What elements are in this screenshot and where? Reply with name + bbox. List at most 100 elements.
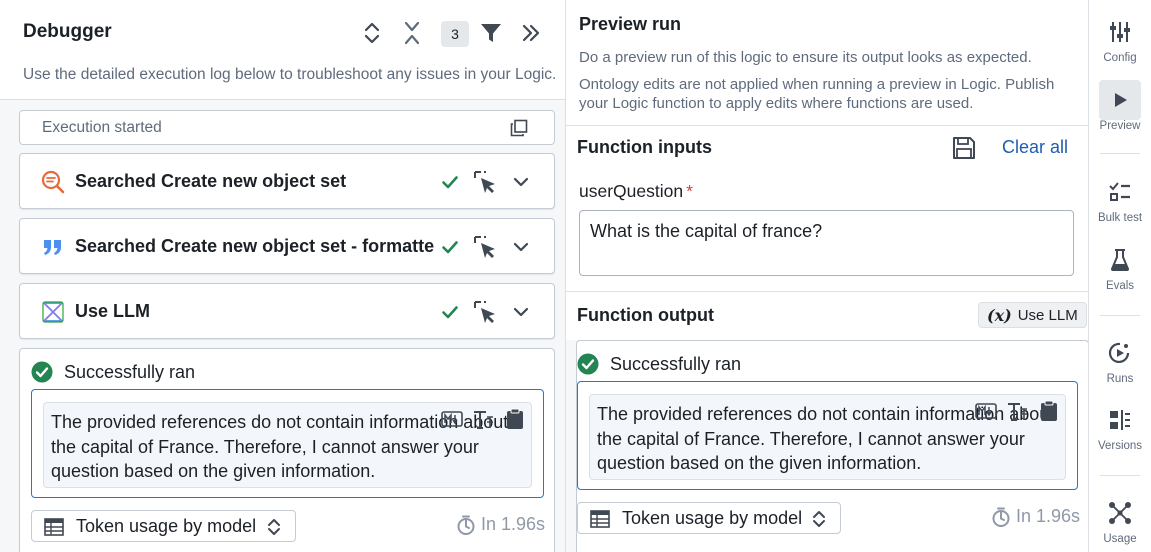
- step-searched-object-set[interactable]: Searched Create new object set: [19, 153, 555, 209]
- use-llm-tag: (x) Use LLM: [978, 302, 1087, 328]
- duration-display: In 1.96s: [457, 514, 545, 535]
- filter-count-badge: 3: [441, 21, 469, 47]
- markdown-icon[interactable]: [975, 400, 997, 422]
- step-label: Searched Create new object set: [75, 171, 347, 191]
- chevron-down-icon[interactable]: [512, 303, 530, 321]
- user-question-input[interactable]: [579, 210, 1074, 276]
- token-usage-select[interactable]: Token usage by model: [31, 510, 296, 542]
- debugger-panel: Debugger 3 Use the detailed execution lo…: [0, 0, 566, 552]
- quote-icon: [44, 240, 61, 255]
- success-check-icon: [31, 361, 53, 383]
- flask-icon: [1099, 240, 1141, 280]
- text-format-icon[interactable]: [1006, 400, 1028, 422]
- rail-item-config[interactable]: Config: [1089, 12, 1151, 64]
- debugger-result-card: Successfully ran The provided references…: [19, 348, 555, 552]
- step-searched-object-set-formatted[interactable]: Searched Create new object set - formatt…: [19, 218, 555, 274]
- table-icon: [590, 510, 610, 528]
- search-doc-icon: [41, 170, 65, 194]
- collapse-all-icon[interactable]: [399, 20, 425, 46]
- save-icon[interactable]: [952, 136, 976, 160]
- duration-display: In 1.96s: [992, 506, 1080, 527]
- copy-icon[interactable]: [510, 119, 528, 137]
- preview-result-area: Successfully ran The provided references…: [566, 340, 1088, 552]
- rail-label: Config: [1103, 52, 1137, 64]
- debugger-header: Debugger 3 Use the detailed execution lo…: [0, 0, 565, 100]
- rail-divider: [1100, 475, 1140, 476]
- clear-all-button[interactable]: Clear all: [1002, 137, 1068, 158]
- execution-started-label: Execution started: [42, 119, 162, 136]
- right-rail: Config Preview Bulk test Evals Runs Vers…: [1089, 0, 1151, 552]
- rail-label: Bulk test: [1097, 212, 1143, 224]
- function-variable-icon: (x): [987, 305, 1012, 325]
- filter-icon[interactable]: [478, 20, 504, 46]
- output-box[interactable]: The provided references do not contain i…: [577, 381, 1078, 490]
- llm-icon: [42, 301, 64, 323]
- param-name: userQuestion: [579, 181, 684, 201]
- output-toolbar: [436, 404, 531, 434]
- use-llm-tag-label: Use LLM: [1017, 306, 1078, 324]
- rail-item-runs[interactable]: Runs: [1089, 333, 1151, 385]
- rail-label: Versions: [1097, 440, 1143, 452]
- output-inner: The provided references do not contain i…: [43, 402, 532, 488]
- select-pointer-icon[interactable]: [473, 235, 497, 259]
- rail-label: Runs: [1106, 373, 1134, 385]
- token-usage-select[interactable]: Token usage by model: [577, 502, 841, 534]
- chevron-down-icon[interactable]: [512, 238, 530, 256]
- stopwatch-icon: [457, 515, 475, 535]
- function-inputs-title: Function inputs: [577, 137, 712, 157]
- rail-item-preview[interactable]: Preview: [1089, 80, 1151, 132]
- execution-started-card[interactable]: Execution started: [19, 110, 555, 145]
- duration-text: In 1.96s: [1016, 506, 1081, 526]
- versions-icon: [1099, 400, 1141, 440]
- runs-icon: [1099, 333, 1141, 373]
- app-root: Debugger 3 Use the detailed execution lo…: [0, 0, 1151, 552]
- output-toolbar: [970, 396, 1065, 426]
- rail-label: Usage: [1103, 533, 1137, 545]
- step-use-llm[interactable]: Use LLM: [19, 283, 555, 339]
- stopwatch-icon: [992, 507, 1010, 527]
- token-usage-label: Token usage by model: [76, 516, 257, 536]
- function-output-title: Function output: [577, 305, 714, 325]
- clipboard-icon[interactable]: [504, 408, 526, 430]
- step-label: Use LLM: [75, 301, 151, 321]
- chevron-down-icon[interactable]: [512, 173, 530, 191]
- check-icon: [442, 176, 458, 189]
- select-pointer-icon[interactable]: [473, 300, 497, 324]
- rail-label: Preview: [1099, 120, 1141, 132]
- rail-item-usage[interactable]: Usage: [1089, 493, 1151, 545]
- sliders-icon: [1099, 12, 1141, 52]
- preview-description: Do a preview run of this logic to ensure…: [579, 49, 1032, 66]
- clipboard-icon[interactable]: [1038, 400, 1060, 422]
- rail-item-bulk-test[interactable]: Bulk test: [1089, 172, 1151, 224]
- double-caret-icon: [813, 511, 825, 527]
- select-pointer-icon[interactable]: [473, 170, 497, 194]
- rail-label: Evals: [1105, 280, 1135, 292]
- graph-icon: [1099, 493, 1141, 533]
- output-box[interactable]: The provided references do not contain i…: [31, 389, 544, 498]
- checklist-icon: [1099, 172, 1141, 212]
- play-icon: [1099, 80, 1141, 120]
- rail-item-versions[interactable]: Versions: [1089, 400, 1151, 452]
- debugger-description: Use the detailed execution log below to …: [23, 66, 557, 83]
- rail-item-evals[interactable]: Evals: [1089, 240, 1151, 292]
- token-usage-label: Token usage by model: [622, 508, 803, 528]
- expand-all-icon[interactable]: [359, 20, 385, 46]
- table-icon: [44, 518, 64, 536]
- debugger-title: Debugger: [23, 21, 112, 42]
- preview-title: Preview run: [579, 14, 682, 34]
- rail-divider: [1100, 153, 1140, 154]
- markdown-icon[interactable]: [441, 408, 463, 430]
- rail-divider: [1100, 315, 1140, 316]
- preview-result-card: Successfully ran The provided references…: [576, 340, 1088, 552]
- preview-panel: Preview run Do a preview run of this log…: [566, 0, 1089, 552]
- required-marker: *: [686, 181, 693, 201]
- double-chevron-right-icon[interactable]: [518, 20, 544, 46]
- divider: [566, 291, 1088, 292]
- step-label: Searched Create new object set - formatt…: [75, 236, 435, 256]
- divider: [566, 125, 1088, 126]
- check-icon: [442, 306, 458, 319]
- text-format-icon[interactable]: [472, 408, 494, 430]
- double-caret-icon: [268, 519, 280, 535]
- preview-note: Ontology edits are not applied when runn…: [579, 76, 1055, 112]
- check-icon: [442, 241, 458, 254]
